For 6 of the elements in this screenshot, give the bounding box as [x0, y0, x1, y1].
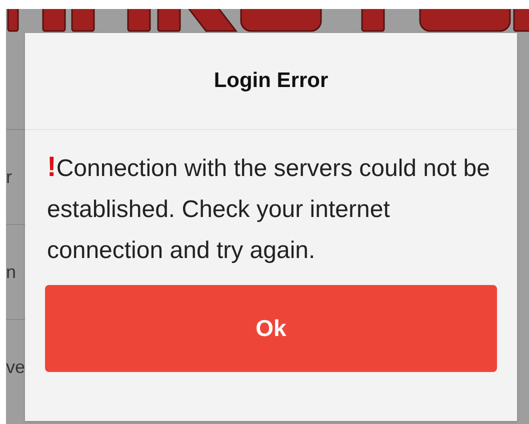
dialog-title: Login Error	[214, 68, 328, 94]
field-label: n	[6, 260, 16, 284]
error-message: !Connection with the servers could not be established. Check your internet connection and try again.	[46, 150, 491, 266]
ok-button[interactable]: Ok	[45, 285, 497, 372]
field-label: ve	[6, 356, 26, 378]
field-label: r	[6, 166, 12, 188]
